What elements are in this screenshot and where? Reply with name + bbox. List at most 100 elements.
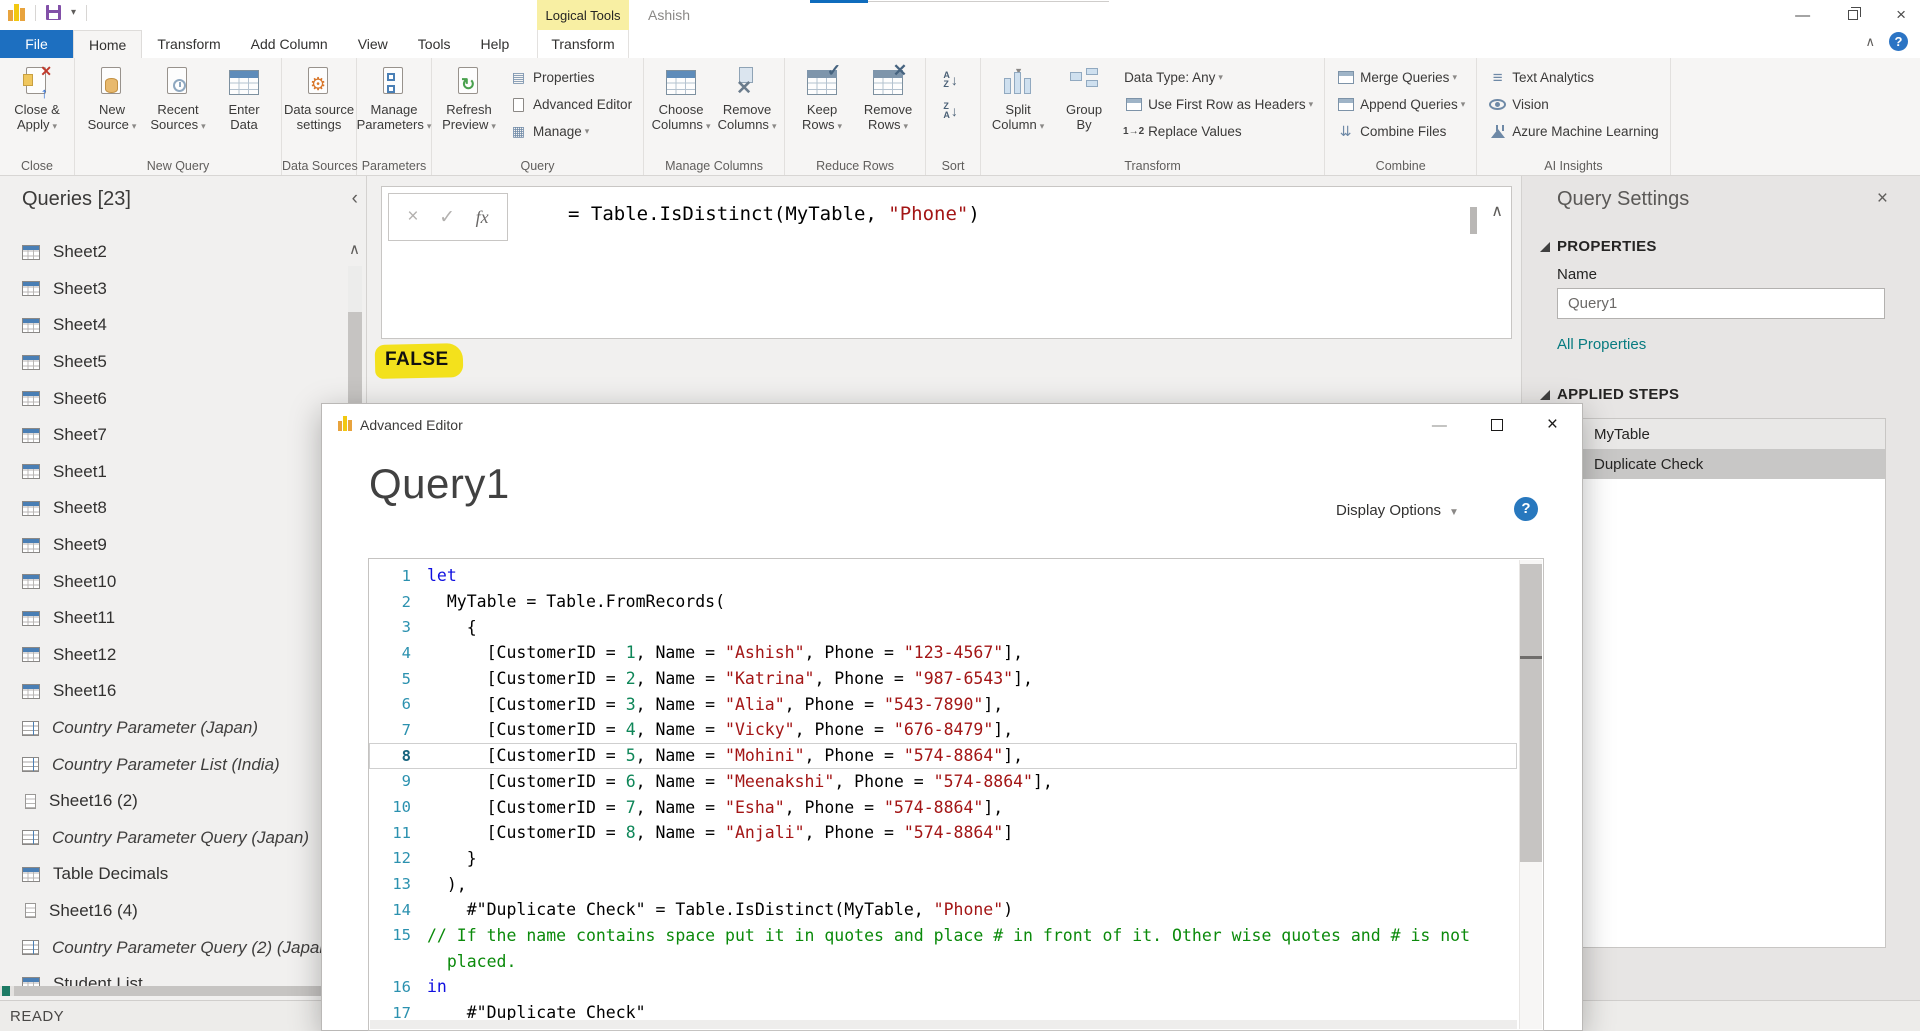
- query-item-sheet1[interactable]: Sheet1: [0, 454, 346, 491]
- settings-close-icon[interactable]: ×: [1877, 188, 1888, 210]
- ribbon-button-data-type-any[interactable]: Data Type: Any▾: [1118, 65, 1319, 90]
- collapse-queries-pane-icon[interactable]: ‹: [352, 188, 358, 210]
- query-item-sheet8[interactable]: Sheet8: [0, 490, 346, 527]
- dialog-maximize-icon[interactable]: [1491, 419, 1503, 431]
- queries-hscrollbar-thumb[interactable]: [14, 986, 354, 996]
- tab-file[interactable]: File: [0, 30, 73, 58]
- ribbon-button-append-queries[interactable]: Append Queries▾: [1330, 92, 1471, 117]
- save-icon[interactable]: [46, 5, 61, 20]
- ribbon-button-vision[interactable]: Vision: [1482, 92, 1664, 117]
- ribbon-button-manage-parameters[interactable]: ManageParameters▾: [362, 61, 426, 157]
- query-item-country-parameter-list-india[interactable]: Country Parameter List (India): [0, 746, 346, 783]
- ribbon-button-split-column[interactable]: ▼SplitColumn▾: [986, 61, 1050, 157]
- query-item-student-list[interactable]: Student List: [0, 966, 346, 1003]
- query-item-sheet5[interactable]: Sheet5: [0, 344, 346, 381]
- ribbon-button-properties[interactable]: ▤Properties: [503, 65, 638, 90]
- ribbon-button-label: ChooseColumns▾: [652, 102, 711, 134]
- query-item-sheet2[interactable]: Sheet2: [0, 234, 346, 271]
- ribbon-button-sort-az[interactable]: AZ↓: [935, 67, 971, 92]
- query-item-sheet4[interactable]: Sheet4: [0, 307, 346, 344]
- ribbon-button-combine-files[interactable]: ⇊Combine Files: [1330, 119, 1471, 144]
- line-number: 13: [369, 875, 427, 893]
- code-hscrollbar[interactable]: [370, 1020, 1517, 1029]
- tab-transform[interactable]: Transform: [142, 30, 235, 58]
- ribbon-group-query: ↻RefreshPreview▾▤PropertiesAdvanced Edit…: [432, 58, 644, 175]
- applied-step-mytable[interactable]: MyTable: [1548, 419, 1885, 449]
- query-item-sheet10[interactable]: Sheet10: [0, 563, 346, 600]
- query-item-sheet9[interactable]: Sheet9: [0, 527, 346, 564]
- query-item-country-parameter-query-2-japan[interactable]: Country Parameter Query (2) (Japan): [0, 929, 346, 966]
- ribbon-button-manage[interactable]: ▦Manage▾: [503, 119, 638, 144]
- help-icon[interactable]: ?: [1889, 32, 1908, 51]
- formula-fx-icon[interactable]: fx: [476, 207, 489, 228]
- queries-scroll-up-icon[interactable]: ∧: [349, 240, 360, 258]
- ribbon-button-choose-columns[interactable]: ChooseColumns▾: [649, 61, 713, 157]
- ribbon-group-sort: AZ↓ZA↓Sort: [926, 58, 981, 175]
- ribbon-button-sort-za[interactable]: ZA↓: [935, 98, 971, 123]
- ribbon-button-advanced-editor[interactable]: Advanced Editor: [503, 92, 638, 117]
- restore-button[interactable]: [1848, 10, 1858, 20]
- ribbon-button-merge-queries[interactable]: Merge Queries▾: [1330, 65, 1471, 90]
- query-item-sheet16[interactable]: Sheet16: [0, 673, 346, 710]
- query-item-sheet7[interactable]: Sheet7: [0, 417, 346, 454]
- collapse-applied-steps-icon[interactable]: [1540, 390, 1550, 400]
- line-number: 14: [369, 901, 427, 919]
- ribbon-button-label: RefreshPreview▾: [442, 102, 496, 134]
- table-query-icon: [22, 464, 40, 479]
- all-properties-link[interactable]: All Properties: [1557, 336, 1646, 353]
- tab-add-column[interactable]: Add Column: [236, 30, 343, 58]
- query-item-table-decimals[interactable]: Table Decimals: [0, 856, 346, 893]
- ribbon-button-text-analytics[interactable]: ≡Text Analytics: [1482, 65, 1664, 90]
- query-item-label: Sheet5: [53, 352, 107, 372]
- code-line-9: 9 [CustomerID = 6, Name = "Meenakshi", P…: [369, 769, 1517, 795]
- ribbon-button-data-source-settings[interactable]: ⚙Data sourcesettings: [287, 61, 351, 157]
- ribbon-button-enter-data[interactable]: EnterData: [212, 61, 276, 157]
- query-item-country-parameter-japan[interactable]: Country Parameter (Japan): [0, 710, 346, 747]
- table-query-icon: [22, 611, 40, 626]
- ribbon-button-keep-rows[interactable]: ✓KeepRows▾: [790, 61, 854, 157]
- ribbon-button-azure-machine-learning[interactable]: Azure Machine Learning: [1482, 119, 1664, 144]
- tab-tools[interactable]: Tools: [403, 30, 466, 58]
- query-item-sheet6[interactable]: Sheet6: [0, 380, 346, 417]
- query-item-sheet3[interactable]: Sheet3: [0, 271, 346, 308]
- ribbon-button-refresh-preview[interactable]: ↻RefreshPreview▾: [437, 61, 501, 157]
- close-button[interactable]: ×: [1896, 5, 1906, 25]
- formula-cancel-icon[interactable]: ×: [407, 206, 418, 228]
- query-name-input[interactable]: [1557, 288, 1885, 319]
- formula-expand-icon[interactable]: ∧: [1491, 201, 1503, 221]
- ribbon-button-remove-rows[interactable]: ✕RemoveRows▾: [856, 61, 920, 157]
- tab-help[interactable]: Help: [465, 30, 524, 58]
- tab-home[interactable]: Home: [73, 30, 142, 58]
- query-item-sheet12[interactable]: Sheet12: [0, 637, 346, 674]
- formula-scrollbar-thumb[interactable]: [1470, 207, 1477, 234]
- ribbon-button-replace-values[interactable]: 1→2Replace Values: [1118, 119, 1319, 144]
- collapse-properties-icon[interactable]: [1540, 242, 1550, 252]
- ribbon-button-recent-sources[interactable]: RecentSources▾: [146, 61, 210, 157]
- ribbon-button-group-by[interactable]: GroupBy: [1052, 61, 1116, 157]
- ribbon-button-use-first-row-as-headers[interactable]: Use First Row as Headers▾: [1118, 92, 1319, 117]
- ribbon-button-close-apply[interactable]: ✕↑Close &Apply▾: [5, 61, 69, 157]
- dialog-help-icon[interactable]: ?: [1514, 497, 1538, 521]
- m-code-editor[interactable]: 1let2 MyTable = Table.FromRecords(3 {4 […: [368, 558, 1544, 1031]
- applied-step-duplicate-check[interactable]: Duplicate Check: [1548, 449, 1885, 479]
- ribbon-button-new-source[interactable]: NewSource▾: [80, 61, 144, 157]
- query-item-sheet16-4[interactable]: Sheet16 (4): [0, 893, 346, 930]
- ribbon-button-remove-columns[interactable]: ✕RemoveColumns▾: [715, 61, 779, 157]
- quick-access-caret-icon[interactable]: ▾: [71, 7, 76, 18]
- query-item-sheet11[interactable]: Sheet11: [0, 600, 346, 637]
- formula-commit-icon[interactable]: ✓: [439, 206, 455, 229]
- queries-panel: Queries [23] ‹ Sheet2Sheet3Sheet4Sheet5S…: [0, 176, 367, 1000]
- formula-input[interactable]: = Table.IsDistinct(MyTable, "Phone"): [568, 203, 980, 225]
- query-item-country-parameter-query-japan[interactable]: Country Parameter Query (Japan): [0, 820, 346, 857]
- tab-view[interactable]: View: [343, 30, 403, 58]
- query-item-sheet16-2[interactable]: Sheet16 (2): [0, 783, 346, 820]
- minimize-button[interactable]: —: [1795, 7, 1810, 24]
- contextual-tab-group: Logical Tools: [537, 0, 629, 30]
- tab-transform-contextual[interactable]: Transform: [537, 30, 629, 58]
- dialog-close-icon[interactable]: ×: [1547, 414, 1558, 436]
- advanced-editor-dialog: Advanced Editor — × Query1 Display Optio…: [321, 403, 1583, 1031]
- collapse-ribbon-icon[interactable]: ∧: [1865, 34, 1875, 50]
- display-options-dropdown[interactable]: Display Options▼: [1336, 502, 1459, 519]
- dialog-minimize-icon[interactable]: —: [1432, 417, 1447, 434]
- code-scrollbar-thumb[interactable]: [1520, 564, 1542, 862]
